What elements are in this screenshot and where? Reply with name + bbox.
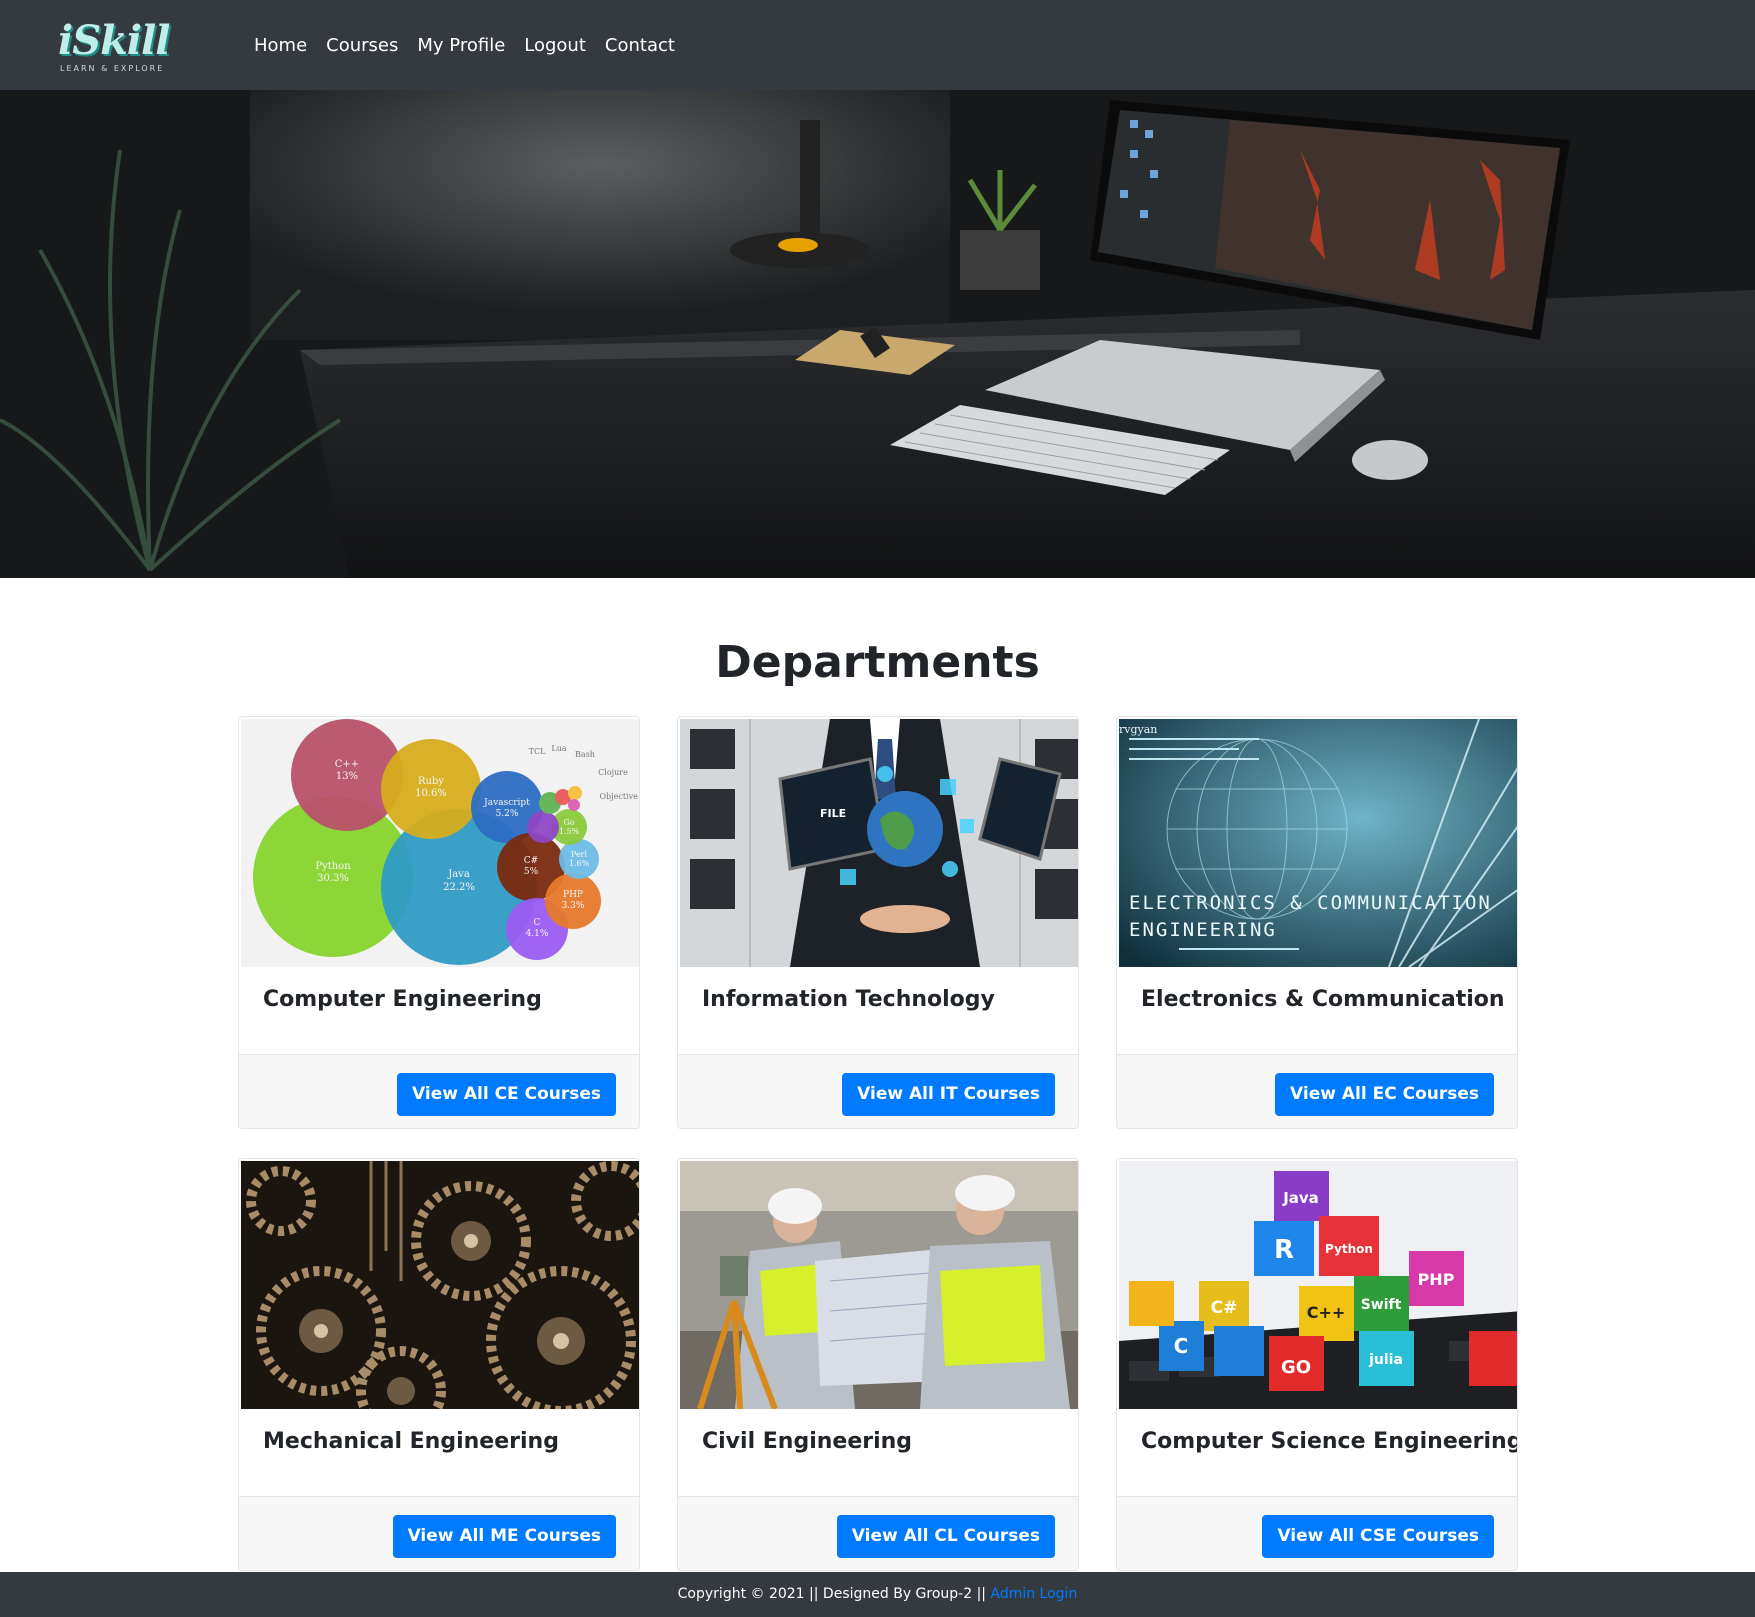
view-cse-courses-button[interactable]: View All CSE Courses (1262, 1515, 1494, 1558)
card-title: Computer Science Engineering (1141, 1429, 1518, 1454)
cube-julia: julia (1368, 1352, 1403, 1368)
department-card-electronics-communication: rvgyan ELECTRONICS & COMMUNICATION ENGIN… (1116, 716, 1518, 1129)
svg-text:4.1%: 4.1% (526, 929, 549, 939)
svg-text:30.3%: 30.3% (317, 873, 349, 884)
department-card-civil-engineering: Civil Engineering View All CL Courses (677, 1158, 1079, 1571)
navbar: iSkill LEARN & EXPLORE Home Courses My P… (0, 0, 1755, 90)
card-footer: View All CSE Courses (1117, 1496, 1517, 1570)
card-title: Computer Engineering (263, 987, 542, 1012)
card-footer: View All EC Courses (1117, 1054, 1517, 1128)
svg-text:1.6%: 1.6% (569, 859, 590, 868)
svg-text:Go: Go (563, 818, 574, 827)
view-it-courses-button[interactable]: View All IT Courses (842, 1073, 1055, 1116)
nav-link-home[interactable]: Home (254, 33, 307, 59)
cube-go: GO (1281, 1357, 1311, 1378)
nav-link-logout[interactable]: Logout (524, 33, 586, 59)
svg-text:C#: C# (524, 856, 538, 866)
main-nav: Home Courses My Profile Logout Contact (254, 33, 694, 59)
card-footer: View All CE Courses (239, 1054, 639, 1128)
card-title: Civil Engineering (702, 1429, 913, 1454)
computer-science-engineering-image: Java R Python PHP C# C++ Swift GO C juli… (1119, 1161, 1517, 1409)
card-title: Mechanical Engineering (263, 1429, 559, 1454)
ec-banner-line-2: ENGINEERING (1129, 919, 1277, 941)
cube-python: Python (1325, 1242, 1373, 1256)
ec-banner-line-1: ELECTRONICS & COMMUNICATION (1129, 892, 1492, 914)
svg-text:Objective C: Objective C (599, 792, 640, 801)
ec-brand-text: rvgyan (1119, 723, 1157, 736)
cube-csharp: C# (1211, 1298, 1238, 1318)
svg-text:PHP: PHP (563, 890, 583, 900)
cube-cpp: C++ (1307, 1303, 1346, 1322)
svg-text:13%: 13% (336, 771, 358, 782)
departments-heading: Departments (715, 637, 1040, 688)
hero-banner-image (0, 90, 1755, 578)
svg-text:Java: Java (447, 869, 470, 880)
svg-text:3.3%: 3.3% (562, 901, 585, 911)
svg-text:Javascript: Javascript (483, 798, 530, 808)
cube-java: Java (1282, 1189, 1319, 1207)
svg-text:Ruby: Ruby (418, 776, 444, 787)
nav-link-contact[interactable]: Contact (605, 33, 675, 59)
it-file-label: FILE (820, 807, 846, 820)
svg-text:C: C (534, 918, 541, 928)
mechanical-engineering-image (241, 1161, 639, 1409)
department-card-information-technology: FILE Information Technology View All IT … (677, 716, 1079, 1129)
cube-php: PHP (1418, 1270, 1455, 1289)
admin-login-link[interactable]: Admin Login (990, 1586, 1077, 1602)
computer-engineering-image: C++ 13% Ruby 10.6% Javascript 5.2% Python 30… (241, 719, 640, 967)
logo-text: iSkill (58, 17, 170, 64)
svg-text:5.2%: 5.2% (496, 809, 519, 819)
svg-text:Perl: Perl (571, 850, 588, 859)
svg-text:Clojure: Clojure (598, 768, 628, 777)
view-cl-courses-button[interactable]: View All CL Courses (836, 1515, 1055, 1558)
view-ce-courses-button[interactable]: View All CE Courses (397, 1073, 616, 1116)
site-logo[interactable]: iSkill LEARN & EXPLORE (58, 18, 170, 74)
department-card-computer-engineering: C++ 13% Ruby 10.6% Javascript 5.2% Python 30… (238, 716, 640, 1129)
card-footer: View All ME Courses (239, 1496, 639, 1570)
svg-text:Bash: Bash (575, 750, 595, 759)
card-footer: View All CL Courses (678, 1496, 1078, 1570)
nav-link-my-profile[interactable]: My Profile (417, 33, 505, 59)
svg-text:TCL: TCL (529, 747, 546, 756)
card-title: Information Technology (702, 987, 995, 1012)
nav-link-courses[interactable]: Courses (326, 33, 398, 59)
svg-text:22.2%: 22.2% (443, 882, 475, 893)
card-title: Electronics & Communication (1141, 987, 1505, 1012)
logo-tagline: LEARN & EXPLORE (60, 64, 165, 73)
svg-text:5%: 5% (524, 867, 539, 877)
page-footer: Copyright © 2021 || Designed By Group-2 … (0, 1572, 1755, 1617)
cube-c: C (1174, 1334, 1189, 1358)
svg-text:Python: Python (315, 861, 351, 872)
svg-text:10.6%: 10.6% (415, 788, 447, 799)
svg-text:Lua: Lua (551, 744, 566, 753)
civil-engineering-image (680, 1161, 1078, 1409)
electronics-communication-image: rvgyan ELECTRONICS & COMMUNICATION ENGIN… (1119, 719, 1517, 967)
svg-text:C++: C++ (335, 759, 359, 770)
department-card-mechanical-engineering: Mechanical Engineering View All ME Cours… (238, 1158, 640, 1571)
department-card-computer-science-engineering: Java R Python PHP C# C++ Swift GO C juli… (1116, 1158, 1518, 1571)
cube-r: R (1274, 1235, 1294, 1265)
card-footer: View All IT Courses (678, 1054, 1078, 1128)
svg-text:1.5%: 1.5% (559, 827, 580, 836)
copyright-text: Copyright © 2021 || Designed By Group-2 … (677, 1586, 987, 1602)
information-technology-image: FILE (680, 719, 1078, 967)
cube-swift: Swift (1361, 1297, 1402, 1313)
view-me-courses-button[interactable]: View All ME Courses (392, 1515, 616, 1558)
view-ec-courses-button[interactable]: View All EC Courses (1275, 1073, 1494, 1116)
